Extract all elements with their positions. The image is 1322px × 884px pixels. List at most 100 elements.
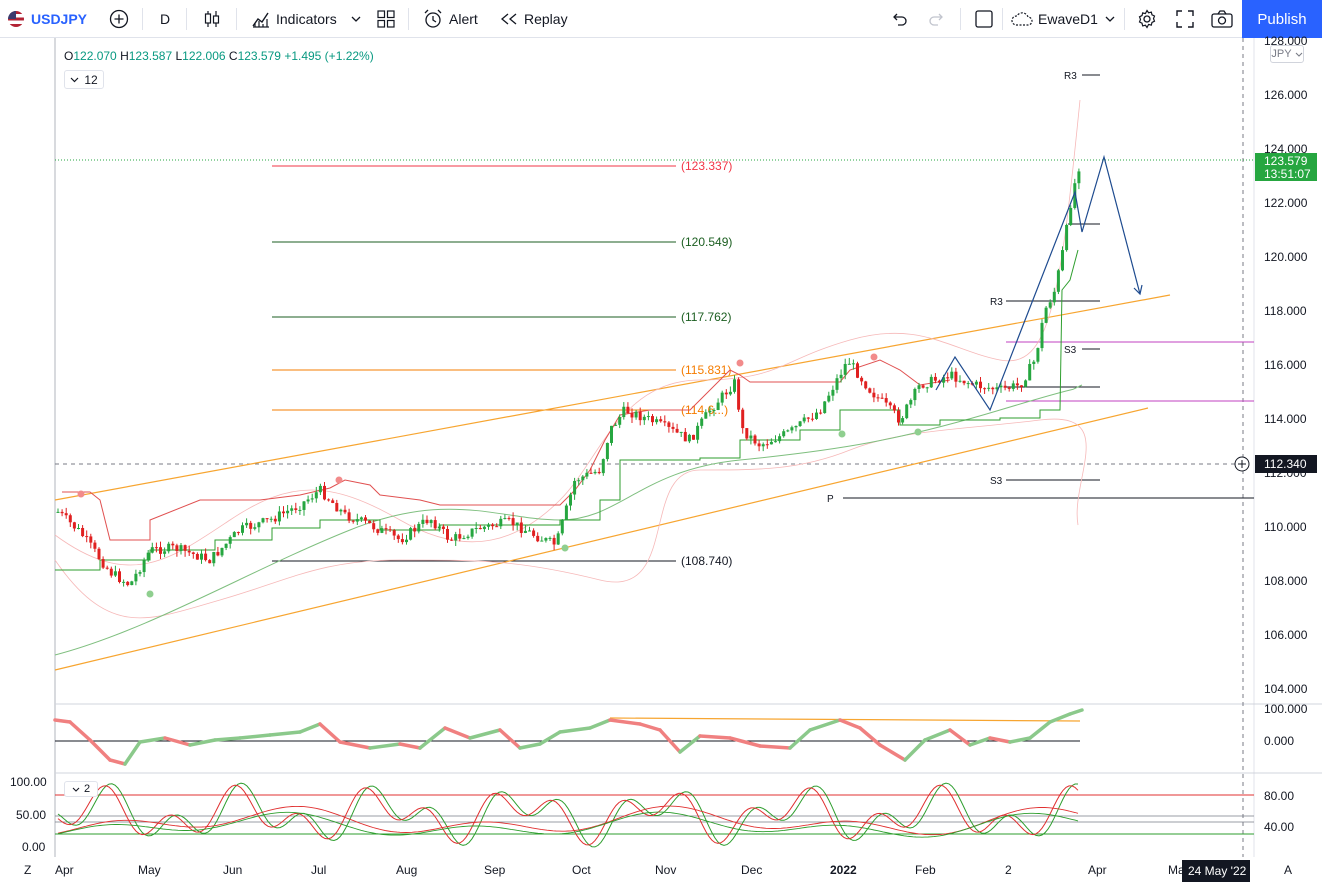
candlestick-series[interactable] — [56, 168, 1081, 587]
chevron-down-icon — [70, 77, 79, 83]
candle-body — [831, 389, 835, 396]
candle-body — [884, 398, 888, 403]
candle-body — [925, 387, 929, 389]
candle-body — [306, 499, 310, 502]
candle-body — [806, 417, 810, 419]
oscillator-series[interactable] — [53, 708, 1084, 766]
stochastic-series[interactable] — [57, 782, 1079, 848]
osc-segment — [213, 736, 242, 742]
osc-segment — [858, 726, 882, 747]
candle-body — [380, 528, 384, 533]
candle-body — [101, 559, 105, 568]
price-tick-label: 118.000 — [1264, 304, 1307, 318]
candle-body — [351, 520, 355, 522]
candle-body — [1015, 383, 1019, 386]
price-tick-label: 106.000 — [1264, 628, 1308, 642]
candle-body — [1052, 291, 1056, 303]
candle-body — [437, 526, 441, 529]
fibonacci-levels[interactable]: (123.337) (120.549) (117.762) (115.831) … — [272, 159, 732, 568]
candle-body — [364, 517, 367, 521]
candle-body — [802, 417, 806, 422]
candle-body — [954, 371, 958, 382]
stoch-collapse-button[interactable]: 2 — [64, 781, 98, 797]
osc-segment — [338, 740, 372, 750]
chart-canvas[interactable]: (123.337) (120.549) (117.762) (115.831) … — [0, 0, 1322, 884]
currency-button[interactable]: JPY — [1270, 45, 1304, 63]
channel-upper-line[interactable] — [54, 294, 1171, 501]
candle-body — [564, 505, 568, 520]
candle-body — [651, 416, 654, 423]
candle-body — [216, 552, 220, 556]
candle-body — [601, 459, 605, 474]
price-tick-label: 108.000 — [1264, 574, 1308, 588]
candle-body — [273, 518, 277, 522]
time-tick-label: Apr — [1088, 863, 1107, 877]
candle-body — [614, 424, 618, 426]
candle-body — [532, 530, 536, 536]
candle-body — [720, 392, 724, 403]
candle-body — [523, 530, 527, 533]
candle-body — [85, 536, 89, 538]
candle-body — [810, 418, 814, 420]
fib-label-4: (115.831) — [681, 363, 731, 377]
candle-body — [774, 441, 777, 443]
osc-segment — [88, 738, 112, 762]
osc-segment — [923, 728, 952, 742]
candle-body — [159, 547, 162, 554]
last-price-text: 123.579 — [1264, 154, 1308, 168]
legend-high: 123.587 — [128, 49, 173, 63]
candle-body — [646, 416, 650, 418]
osc-segment — [498, 728, 522, 750]
candle-body — [1020, 385, 1023, 387]
pivot-s3-low-label: S3 — [990, 476, 1003, 487]
candle-body — [228, 537, 232, 544]
candle-body — [286, 510, 290, 514]
candle-body — [712, 410, 716, 412]
osc-segment — [368, 742, 402, 750]
price-axis[interactable]: 128.000126.000124.000122.000120.000118.0… — [1264, 34, 1308, 696]
time-tick-label: Oct — [572, 863, 591, 877]
candle-body — [581, 476, 585, 481]
osc-segment — [108, 758, 127, 766]
signal-dot — [870, 353, 878, 361]
time-tick-label: Dec — [741, 863, 762, 877]
signal-dot — [914, 428, 922, 436]
auto-scale-button[interactable]: A — [1284, 863, 1292, 877]
chevron-down-icon — [1295, 52, 1302, 57]
candle-body — [409, 528, 413, 540]
osc-segment — [298, 722, 322, 734]
osc-segment — [123, 740, 142, 766]
fib-label-3: (117.762) — [681, 310, 731, 324]
candle-body — [314, 492, 318, 499]
candle-body — [528, 530, 531, 532]
candle-body — [491, 524, 495, 527]
candle-body — [610, 425, 613, 443]
candle-body — [794, 425, 798, 428]
wave-projection-line[interactable] — [935, 154, 1141, 412]
candle-body — [294, 508, 298, 510]
candle-body — [921, 385, 925, 388]
fib-label-2: (120.549) — [681, 235, 732, 249]
candle-body — [241, 525, 244, 533]
indicators-collapse-button[interactable]: 12 — [64, 70, 104, 89]
candle-body — [339, 509, 343, 512]
candle-body — [556, 533, 560, 545]
fib-label-6: (108.740) — [681, 554, 732, 568]
zoom-left-button[interactable]: Z — [24, 863, 31, 877]
stoch-left-tick-0: 0.00 — [22, 840, 46, 854]
candle-body — [511, 518, 515, 526]
osc-segment — [878, 743, 907, 762]
countdown-text: 13:51:07 — [1264, 167, 1311, 181]
candle-body — [630, 413, 634, 418]
fib-label-1: (123.337) — [681, 159, 732, 173]
candle-body — [359, 517, 363, 520]
candle-body — [1061, 250, 1064, 271]
time-tick-label: Apr — [55, 863, 74, 877]
candle-body — [253, 527, 257, 529]
candle-body — [450, 539, 454, 541]
candle-body — [142, 560, 146, 573]
pivot-r3-label: R3 — [990, 297, 1003, 308]
time-tick-label: 2022 — [830, 863, 857, 877]
candle-body — [983, 388, 987, 390]
time-axis[interactable]: Apr May Jun Jul Aug Sep Oct Nov Dec 2022 Feb 2 Apr Ma… — [24, 860, 1292, 882]
